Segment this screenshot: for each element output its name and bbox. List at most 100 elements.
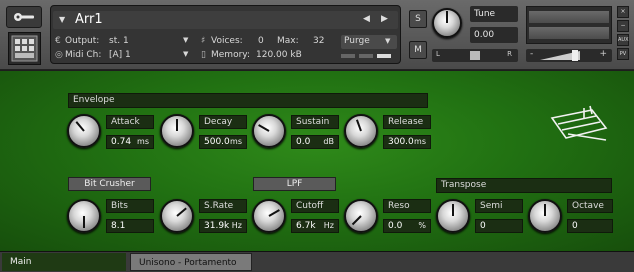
semi-knob[interactable] <box>436 199 470 233</box>
sample-rate-knob[interactable] <box>160 199 194 233</box>
purge-dropdown-icon: ▼ <box>385 37 391 45</box>
purge-label: Purge <box>344 36 370 46</box>
reso-value[interactable]: 0.0 % <box>383 219 431 233</box>
instrument-header: ▼ Arr1 ◀ ▶ € Output: st. 1 ▼ ♯ Voices: 0… <box>0 0 634 70</box>
level-meter <box>526 6 612 44</box>
sustain-label: Sustain <box>291 115 339 129</box>
prev-instrument-icon[interactable]: ◀ <box>363 14 370 24</box>
sustain-knob[interactable] <box>252 114 286 148</box>
volume-plus-label: + <box>599 49 607 59</box>
sample-rate-label: S.Rate <box>199 199 247 213</box>
reso-knob[interactable] <box>344 199 378 233</box>
instrument-info-panel: ▼ Arr1 ◀ ▶ € Output: st. 1 ▼ ♯ Voices: 0… <box>50 5 401 64</box>
pv-button[interactable]: PV <box>617 48 629 60</box>
bit-crusher-toggle[interactable]: Bit Crusher <box>68 177 151 191</box>
decay-knob[interactable] <box>160 114 194 148</box>
sustain-value[interactable]: 0.0 dB <box>291 135 339 149</box>
activity-led-2 <box>359 54 373 58</box>
attack-value[interactable]: 0.74 ms <box>106 135 154 149</box>
aux-button[interactable]: AUX <box>617 34 629 46</box>
close-button[interactable]: × <box>617 6 629 18</box>
output-label: Output: <box>65 36 100 46</box>
reso-label: Reso <box>383 199 431 213</box>
midi-channel-value[interactable]: [A] 1 <box>109 50 131 60</box>
midi-channel-label: Midi Ch: <box>65 50 102 60</box>
memory-icon: ▯ <box>201 50 206 60</box>
sustain-value-text: 0.0 <box>296 137 311 147</box>
decay-value-text: 500.0 <box>204 137 230 147</box>
tab-bar: Main Unisono - Portamento <box>0 251 634 272</box>
sample-rate-value-text: 31.9k <box>204 221 230 231</box>
instrument-name[interactable]: Arr1 <box>75 12 365 28</box>
attack-label: Attack <box>106 115 154 129</box>
next-instrument-icon[interactable]: ▶ <box>381 14 388 24</box>
release-value[interactable]: 300.0 ms <box>383 135 431 149</box>
solo-button[interactable]: S <box>409 10 427 28</box>
octave-label: Octave <box>567 199 613 213</box>
octave-value[interactable]: 0 <box>567 219 613 233</box>
sustain-unit: dB <box>323 137 334 146</box>
voices-icon: ♯ <box>201 36 206 46</box>
mute-button[interactable]: M <box>409 41 427 59</box>
wrench-button[interactable] <box>6 6 42 28</box>
purge-dropdown[interactable]: Purge ▼ <box>341 35 397 49</box>
volume-handle[interactable] <box>572 50 578 61</box>
tab-main[interactable]: Main <box>2 253 126 271</box>
cutoff-label: Cutoff <box>291 199 339 213</box>
output-value[interactable]: st. 1 <box>109 36 129 46</box>
output-dropdown-icon[interactable]: ▼ <box>183 36 188 44</box>
release-label: Release <box>383 115 431 129</box>
semi-value-text: 0 <box>480 221 486 231</box>
output-icon: € <box>55 36 61 46</box>
tab-unisono-portamento[interactable]: Unisono - Portamento <box>130 253 252 271</box>
lpf-toggle[interactable]: LPF <box>253 177 336 191</box>
activity-led-3 <box>377 54 391 58</box>
name-dropdown-icon[interactable]: ▼ <box>59 15 65 24</box>
transpose-header: Transpose <box>436 178 612 193</box>
level-meter-left <box>529 11 609 23</box>
main-panel: Envelope Attack 0.74 ms Decay 500.0 ms S… <box>0 71 634 251</box>
volume-slider[interactable]: - + <box>526 49 612 62</box>
tune-label: Tune <box>470 6 518 22</box>
keyboard-logo-icon <box>550 105 608 141</box>
cutoff-unit: Hz <box>323 221 334 230</box>
tune-value[interactable]: 0.00 <box>470 27 518 43</box>
cutoff-knob[interactable] <box>252 199 286 233</box>
envelope-header: Envelope <box>68 93 428 108</box>
pan-left-label: L <box>436 50 440 58</box>
semi-value[interactable]: 0 <box>475 219 523 233</box>
voices-value: 0 <box>258 36 264 46</box>
instrument-pad-icon[interactable] <box>8 32 41 65</box>
decay-value[interactable]: 500.0 ms <box>199 135 247 149</box>
pan-right-label: R <box>507 50 512 58</box>
max-voices-value[interactable]: 32 <box>313 36 324 46</box>
attack-unit: ms <box>137 137 149 146</box>
max-label: Max: <box>277 36 299 46</box>
release-knob[interactable] <box>344 114 378 148</box>
bits-value-text: 8.1 <box>111 221 126 231</box>
activity-led-1 <box>341 54 355 58</box>
volume-minus-label: - <box>530 49 534 59</box>
midi-dropdown-icon[interactable]: ▼ <box>183 50 188 58</box>
tune-knob[interactable] <box>432 8 462 38</box>
memory-value: 120.00 kB <box>256 50 302 60</box>
cutoff-value[interactable]: 6.7k Hz <box>291 219 339 233</box>
attack-knob[interactable] <box>67 114 101 148</box>
bits-label: Bits <box>106 199 154 213</box>
pan-handle[interactable] <box>470 51 480 60</box>
semi-label: Semi <box>475 199 523 213</box>
cutoff-value-text: 6.7k <box>296 221 316 231</box>
bits-value[interactable]: 8.1 <box>106 219 154 233</box>
pan-slider[interactable]: L R <box>432 49 518 62</box>
midi-icon: ◎ <box>55 50 63 60</box>
attack-value-text: 0.74 <box>111 137 132 147</box>
decay-unit: ms <box>230 137 242 146</box>
sample-rate-unit: Hz <box>231 221 242 230</box>
level-meter-right <box>529 27 609 39</box>
wrench-icon <box>14 13 34 21</box>
sample-rate-value[interactable]: 31.9k Hz <box>199 219 247 233</box>
decay-label: Decay <box>199 115 247 129</box>
minimize-button[interactable]: − <box>617 20 629 32</box>
bits-knob[interactable] <box>67 199 101 233</box>
octave-knob[interactable] <box>528 199 562 233</box>
